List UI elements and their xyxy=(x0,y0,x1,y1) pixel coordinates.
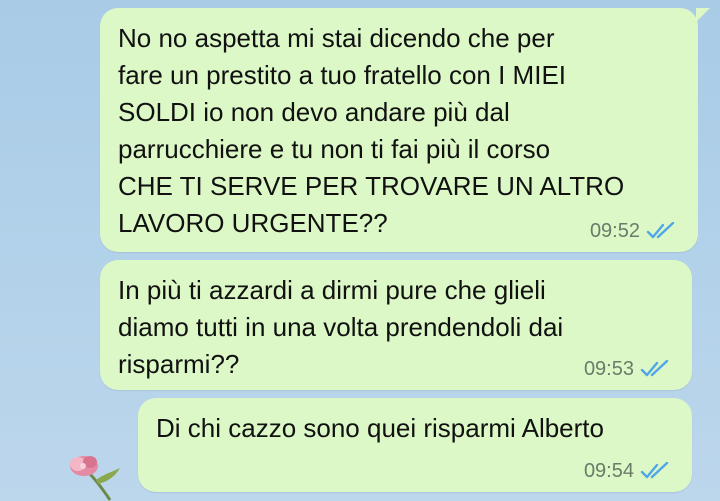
chat-conversation: No no aspetta mi stai dicendo che per fa… xyxy=(0,0,720,501)
message-meta: 09:52 xyxy=(590,220,676,242)
message-text: No no aspetta mi stai dicendo che per fa… xyxy=(118,23,625,238)
message-timestamp: 09:53 xyxy=(583,358,634,380)
double-check-read-icon xyxy=(640,462,669,479)
double-check-read-icon xyxy=(646,222,675,239)
double-check-read-icon xyxy=(640,360,669,377)
message-timestamp: 09:54 xyxy=(583,460,634,482)
message-timestamp: 09:52 xyxy=(589,220,640,242)
message-bubble-outgoing[interactable]: In più ti azzardi a dirmi pure che gliel… xyxy=(100,260,692,390)
message-text: Di chi cazzo sono quei risparmi Alberto xyxy=(156,413,604,443)
message-bubble-outgoing[interactable]: Di chi cazzo sono quei risparmi Alberto … xyxy=(138,398,692,492)
message-meta: 09:53 xyxy=(584,358,670,380)
message-meta: 09:54 xyxy=(584,460,670,482)
wallpaper-flower-icon xyxy=(70,456,120,501)
bubble-tail xyxy=(696,8,710,22)
message-bubble-outgoing[interactable]: No no aspetta mi stai dicendo che per fa… xyxy=(100,8,710,252)
